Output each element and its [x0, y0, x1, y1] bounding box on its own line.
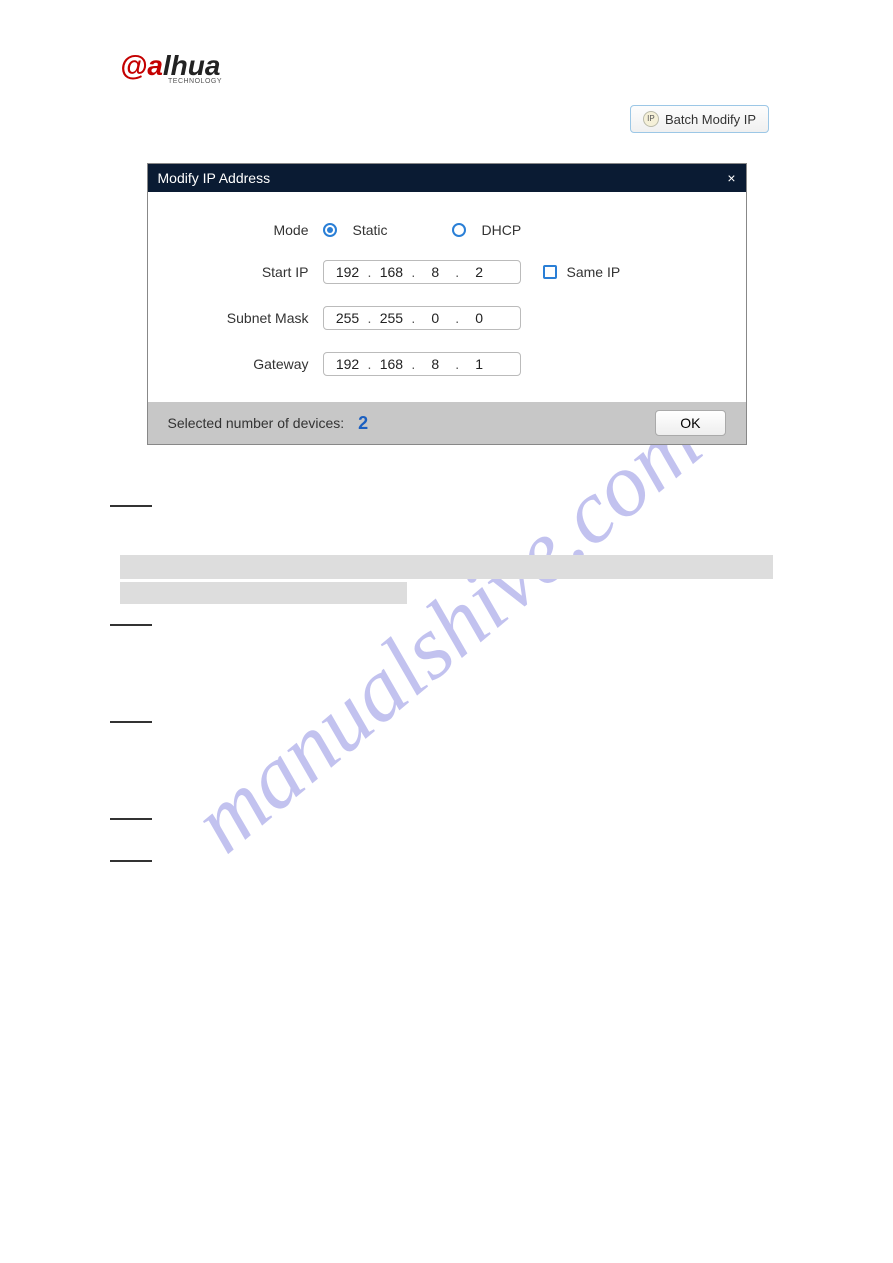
ip-dot: . [409, 264, 417, 280]
ok-button[interactable]: OK [655, 410, 725, 436]
ip-dot: . [453, 264, 461, 280]
ip-dot: . [366, 310, 374, 326]
same-ip-label: Same IP [567, 264, 621, 280]
subnet-mask-label: Subnet Mask [178, 310, 323, 326]
gateway-octet-2[interactable] [373, 356, 409, 372]
document-body-placeholders [120, 505, 773, 862]
ip-dot: . [409, 356, 417, 372]
dialog-title: Modify IP Address [158, 170, 271, 186]
logo-prefix: @a [120, 50, 163, 81]
gateway-input-group: . . . [323, 352, 521, 376]
logo-a: a [147, 50, 163, 81]
radio-dhcp-indicator [452, 223, 466, 237]
radio-dhcp-label: DHCP [482, 222, 522, 238]
gateway-label: Gateway [178, 356, 323, 372]
start-ip-label: Start IP [178, 264, 323, 280]
mode-label: Mode [178, 222, 323, 238]
brand-logo: @alhua TECHNOLOGY [120, 50, 773, 85]
mode-row: Mode Static DHCP [178, 222, 716, 238]
modify-ip-dialog: Modify IP Address × Mode Static DHCP [147, 163, 747, 445]
text-underline-2 [110, 624, 152, 626]
subnet-octet-4[interactable] [461, 310, 497, 326]
logo-subtitle: TECHNOLOGY [168, 78, 773, 85]
footer-left: Selected number of devices: 2 [168, 413, 369, 434]
gateway-octet-4[interactable] [461, 356, 497, 372]
gateway-octet-3[interactable] [417, 356, 453, 372]
start-ip-octet-2[interactable] [373, 264, 409, 280]
text-underline-4 [110, 818, 152, 820]
toolbar-row: IP Batch Modify IP [120, 105, 773, 133]
batch-button-label: Batch Modify IP [665, 112, 756, 127]
subnet-octet-3[interactable] [417, 310, 453, 326]
radio-static-indicator [323, 223, 337, 237]
same-ip-checkbox[interactable] [543, 265, 557, 279]
dialog-footer: Selected number of devices: 2 OK [148, 402, 746, 444]
radio-static[interactable]: Static [323, 222, 388, 238]
start-ip-row: Start IP . . . Same IP [178, 260, 716, 284]
ip-dot: . [366, 356, 374, 372]
subnet-mask-row: Subnet Mask . . . [178, 306, 716, 330]
gateway-octet-1[interactable] [330, 356, 366, 372]
selected-devices-count: 2 [358, 413, 368, 434]
subnet-mask-input-group: . . . [323, 306, 521, 330]
logo-text: lhua [163, 50, 221, 81]
text-underline-5 [110, 860, 152, 862]
dialog-header: Modify IP Address × [148, 164, 746, 192]
page-content: @alhua TECHNOLOGY IP Batch Modify IP Mod… [0, 0, 893, 862]
subnet-octet-2[interactable] [373, 310, 409, 326]
gateway-row: Gateway . . . [178, 352, 716, 376]
redacted-bar-full [120, 555, 773, 579]
ip-modify-icon: IP [643, 111, 659, 127]
dialog-body: Mode Static DHCP Start IP . [148, 192, 746, 402]
batch-modify-ip-button[interactable]: IP Batch Modify IP [630, 105, 769, 133]
ip-dot: . [453, 310, 461, 326]
start-ip-input-group: . . . [323, 260, 521, 284]
selected-devices-label: Selected number of devices: [168, 415, 345, 431]
start-ip-octet-4[interactable] [461, 264, 497, 280]
text-underline-1 [110, 505, 152, 507]
dialog-wrapper: Modify IP Address × Mode Static DHCP [120, 163, 773, 445]
ip-dot: . [366, 264, 374, 280]
subnet-octet-1[interactable] [330, 310, 366, 326]
radio-static-label: Static [353, 222, 388, 238]
radio-dhcp[interactable]: DHCP [452, 222, 522, 238]
text-underline-3 [110, 721, 152, 723]
ip-dot: . [453, 356, 461, 372]
underline-group [120, 624, 773, 862]
ip-dot: . [409, 310, 417, 326]
close-icon[interactable]: × [727, 171, 735, 185]
start-ip-octet-3[interactable] [417, 264, 453, 280]
start-ip-octet-1[interactable] [330, 264, 366, 280]
redacted-bar-half [120, 582, 407, 604]
